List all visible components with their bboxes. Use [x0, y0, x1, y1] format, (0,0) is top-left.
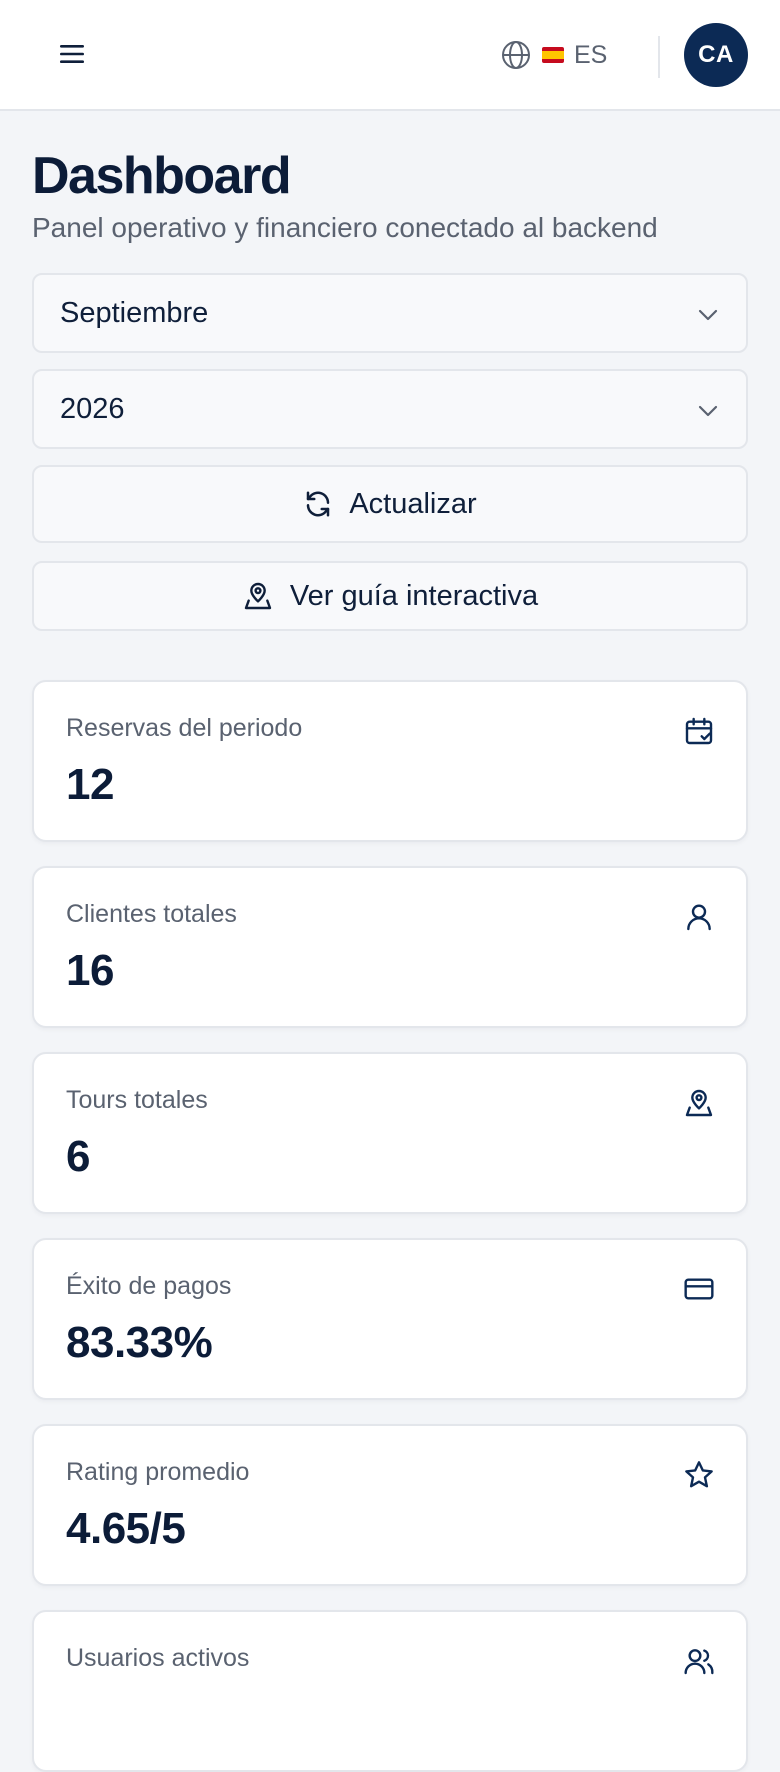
users-icon: [682, 1644, 716, 1678]
stat-label: Tours totales: [66, 1086, 208, 1114]
credit-card-icon: [682, 1272, 716, 1306]
calendar-check-icon: [682, 714, 716, 748]
stat-card-reservations: Reservas del periodo 12: [32, 680, 748, 842]
refresh-button-label: Actualizar: [349, 487, 477, 520]
stat-card-tours: Tours totales 6: [32, 1052, 748, 1214]
stat-value: 12: [66, 760, 114, 809]
stat-label: Éxito de pagos: [66, 1272, 232, 1300]
stat-label: Rating promedio: [66, 1458, 250, 1486]
menu-button[interactable]: [50, 32, 94, 76]
stat-card-active-users: Usuarios activos: [32, 1610, 748, 1772]
stat-card-clients: Clientes totales 16: [32, 866, 748, 1028]
refresh-button[interactable]: Actualizar: [32, 465, 748, 543]
spain-flag-icon: [542, 47, 564, 63]
map-pin-user-icon: [244, 582, 272, 610]
stat-value: 83.33%: [66, 1318, 213, 1367]
interactive-guide-button-label: Ver guía interactiva: [289, 579, 539, 612]
chevron-down-icon: [698, 405, 718, 417]
page-title: Dashboard: [32, 147, 292, 205]
language-selector[interactable]: ES: [500, 34, 607, 76]
star-icon: [682, 1458, 716, 1492]
stat-card-payment-success: Éxito de pagos 83.33%: [32, 1238, 748, 1400]
map-pin-user-icon: [682, 1086, 716, 1120]
user-avatar[interactable]: CA: [684, 23, 748, 87]
year-select-value: 2026: [60, 392, 125, 425]
month-select-value: Septiembre: [60, 296, 209, 329]
header-divider: [658, 36, 660, 78]
year-select[interactable]: 2026: [32, 369, 748, 449]
globe-icon: [502, 41, 530, 69]
stat-label: Reservas del periodo: [66, 714, 303, 742]
language-code: ES: [574, 40, 608, 69]
stat-label: Clientes totales: [66, 900, 237, 928]
stat-value: 4.65/5: [66, 1504, 186, 1553]
user-icon: [682, 900, 716, 934]
stat-label: Usuarios activos: [66, 1644, 250, 1672]
page-subtitle: Panel operativo y financiero conectado a…: [32, 212, 658, 243]
refresh-icon: [307, 491, 330, 517]
month-select[interactable]: Septiembre: [32, 273, 748, 353]
chevron-down-icon: [698, 309, 718, 321]
interactive-guide-button[interactable]: Ver guía interactiva: [32, 561, 748, 631]
stat-value: 16: [66, 946, 114, 995]
stat-value: 6: [66, 1132, 90, 1181]
hamburger-menu-icon: [60, 45, 84, 63]
stat-card-rating: Rating promedio 4.65/5: [32, 1424, 748, 1586]
top-bar: ES CA: [0, 0, 780, 111]
